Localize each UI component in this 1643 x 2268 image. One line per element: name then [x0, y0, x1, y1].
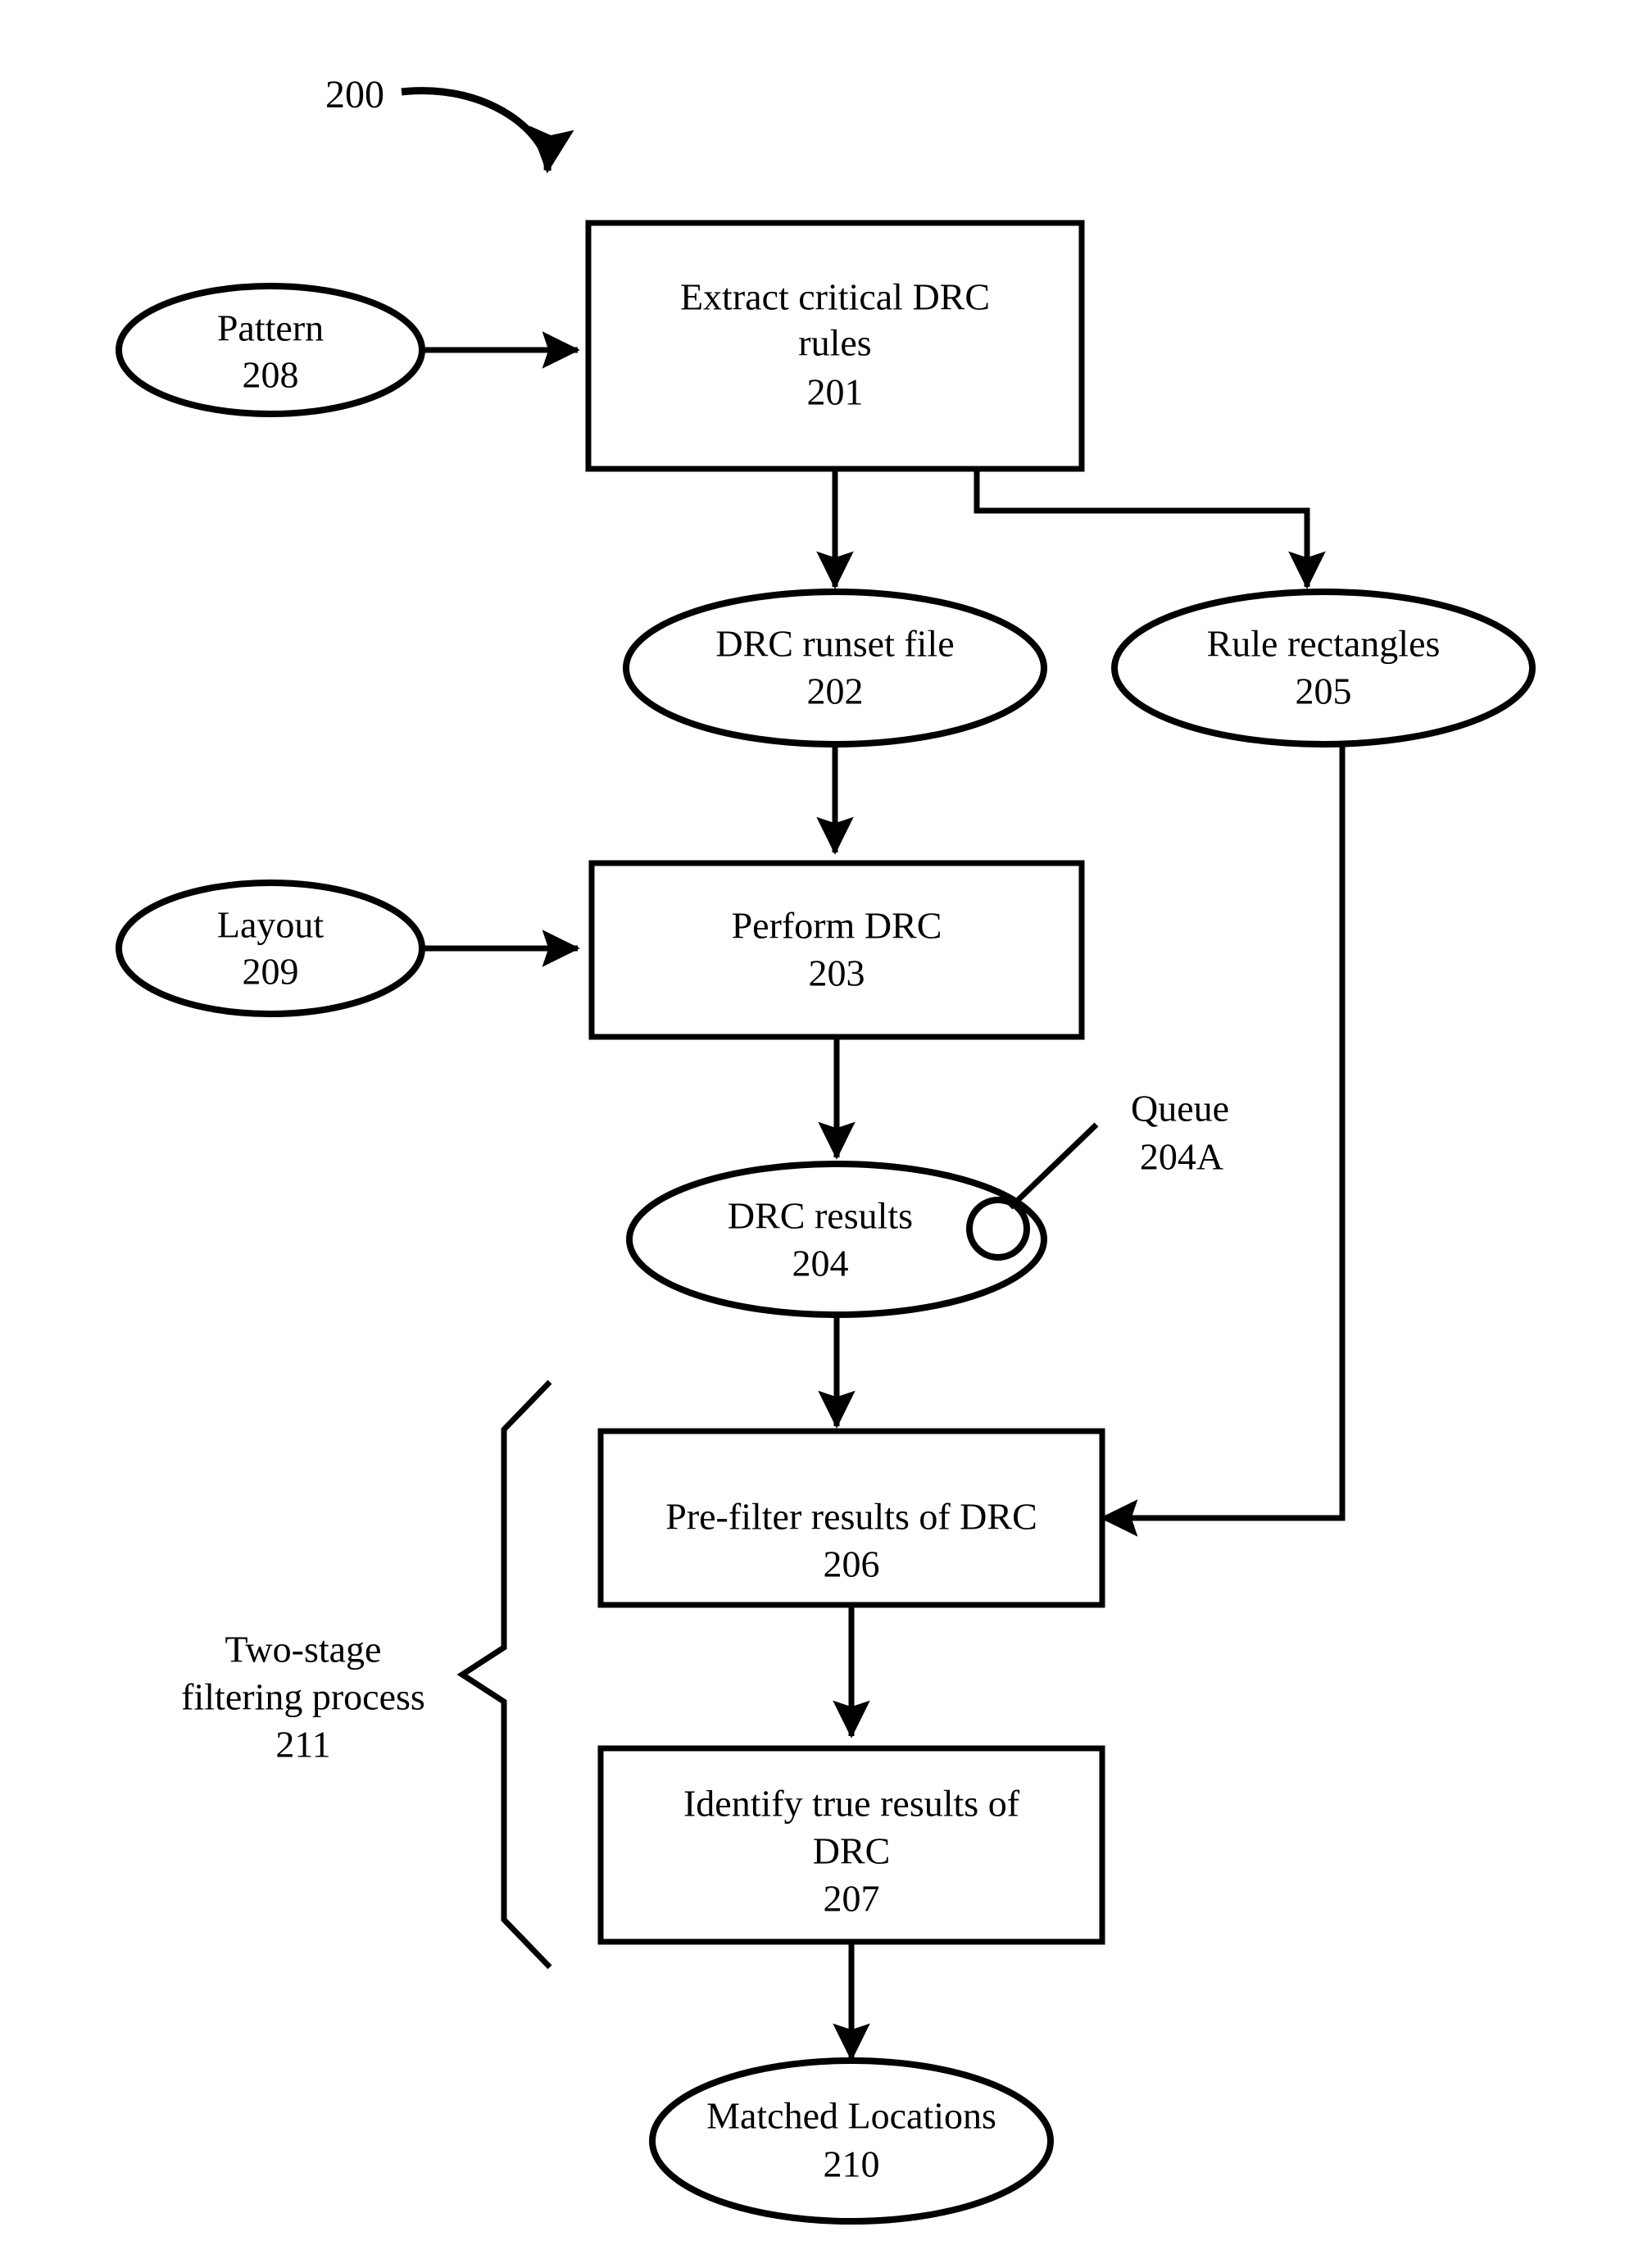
node-extract-label-line2: rules: [798, 322, 871, 364]
node-rulerects-ref: 205: [1296, 670, 1352, 712]
node-drcresults-ref: 204: [792, 1243, 849, 1284]
node-drcresults-label: DRC results: [728, 1195, 913, 1237]
edge-extract-to-rulerects: [974, 469, 1326, 589]
queue-ref: 204A: [1140, 1136, 1223, 1178]
node-rulerects-ellipse: [1111, 589, 1536, 748]
node-runset-ref: 202: [807, 670, 864, 712]
figure-leader-curve: [401, 87, 574, 174]
figure-number-label: 200: [325, 73, 384, 116]
two-stage-label-line1: Two-stage: [225, 1629, 382, 1670]
queue-label: Queue: [1131, 1088, 1229, 1129]
node-identify-ref: 207: [824, 1878, 880, 1920]
patent-flowchart-figure: 200 Pattern 208 Extract critical DRC rul…: [116, 73, 1536, 2225]
edge-rulerects-to-prefilter: [1100, 742, 1346, 1537]
node-layout-ellipse: [116, 879, 425, 1017]
node-matched-ref: 210: [824, 2143, 880, 2185]
queue-leader-line: [1008, 1122, 1099, 1210]
node-matched-label: Matched Locations: [706, 2095, 996, 2137]
node-layout-label: Layout: [217, 904, 325, 946]
node-runset-ellipse: [623, 589, 1047, 748]
queue-marker-circle: [966, 1197, 1030, 1261]
node-pattern-ref: 208: [243, 354, 299, 396]
node-performdrc-box: [588, 860, 1085, 1040]
node-performdrc-label: Perform DRC: [732, 905, 942, 947]
two-stage-label-line2: filtering process: [181, 1676, 425, 1718]
node-prefilter-ref: 206: [824, 1543, 880, 1585]
node-extract-ref: 201: [807, 371, 864, 413]
node-extract-label-line1: Extract critical DRC: [680, 276, 990, 318]
node-performdrc-ref: 203: [809, 952, 865, 994]
node-pattern-label: Pattern: [217, 307, 324, 349]
two-stage-brace: [456, 1379, 552, 1970]
two-stage-ref: 211: [275, 1724, 330, 1766]
node-matched-ellipse: [649, 2057, 1054, 2225]
node-identify-label-line2: DRC: [813, 1830, 891, 1872]
node-rulerects-label: Rule rectangles: [1207, 623, 1441, 665]
node-runset-label: DRC runset file: [715, 623, 954, 665]
node-layout-ref: 209: [243, 951, 299, 993]
node-prefilter-label-line1: Pre-filter results of DRC: [665, 1496, 1037, 1538]
node-identify-label-line1: Identify true results of: [683, 1783, 1020, 1825]
